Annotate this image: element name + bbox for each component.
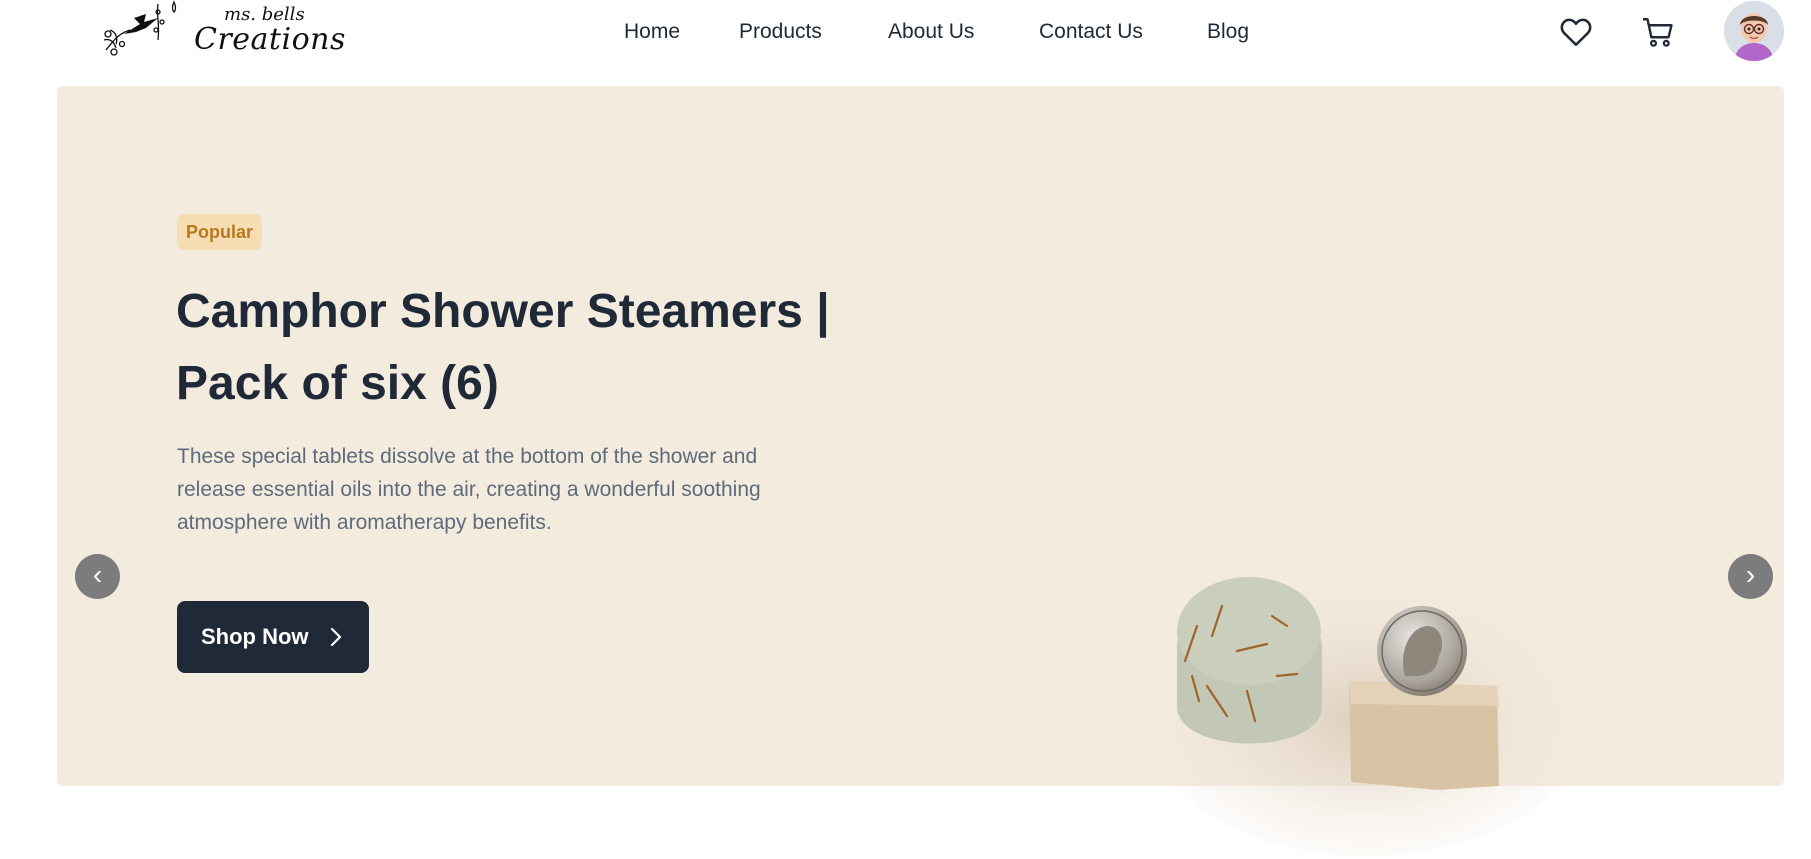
hero-description: These special tablets dissolve at the bo…	[177, 445, 761, 534]
carousel-next-button[interactable]: ›	[1728, 554, 1773, 599]
nav-products[interactable]: Products	[739, 16, 822, 48]
hero-carousel-slide: Popular Camphor Shower Steamers | Pack o…	[57, 86, 1784, 856]
hummingbird-icon	[103, 0, 177, 56]
cart-icon[interactable]	[1640, 14, 1676, 50]
popular-badge: Popular	[177, 214, 263, 250]
chevron-left-icon: ‹	[92, 559, 103, 590]
avatar[interactable]	[1724, 1, 1784, 61]
nav-contact-us[interactable]: Contact Us	[1039, 16, 1143, 48]
shop-now-label: Shop Now	[201, 624, 309, 649]
brand-logo[interactable]: ms. bells Creations	[100, 0, 345, 62]
shop-now-button[interactable]: Shop Now	[177, 601, 369, 673]
nav-about-us[interactable]: About Us	[888, 16, 974, 48]
nav-blog[interactable]: Blog	[1207, 16, 1249, 48]
chevron-right-icon	[330, 627, 342, 647]
nav-home[interactable]: Home	[624, 16, 680, 48]
site-header: ms. bells Creations Home Products About …	[0, 0, 1811, 86]
user-avatar-icon	[1724, 1, 1784, 61]
logo-wordmark: Creations	[194, 22, 346, 57]
heart-icon[interactable]	[1558, 14, 1594, 50]
carousel-prev-button[interactable]: ‹	[75, 554, 120, 599]
hero-title: Camphor Shower Steamers | Pack of six (6…	[176, 285, 830, 410]
product-image	[1137, 556, 1597, 856]
chevron-right-icon: ›	[1745, 559, 1756, 590]
